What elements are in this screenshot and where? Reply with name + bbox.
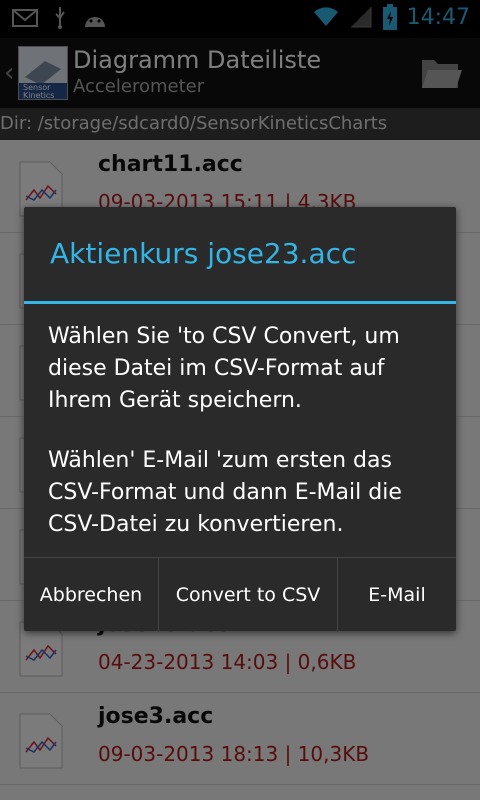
dialog-paragraph-convert: Wählen Sie 'to CSV Convert, um diese Dat… [48,324,400,413]
dialog-title: Aktienkurs jose23.acc [50,237,357,270]
dialog-message: Wählen Sie 'to CSV Convert, um diese Dat… [48,321,438,569]
dialog-button-bar: Abbrechen Convert to CSV E-Mail [24,557,456,632]
dialog-paragraph-email: Wählen' E-Mail 'zum ersten das CSV-Forma… [48,448,402,537]
convert-to-csv-button[interactable]: Convert to CSV [158,558,337,632]
email-button[interactable]: E-Mail [337,558,456,632]
cancel-button[interactable]: Abbrechen [24,558,158,632]
dialog-divider [24,301,456,304]
convert-dialog: Aktienkurs jose23.acc Wählen Sie 'to CSV… [24,207,456,632]
